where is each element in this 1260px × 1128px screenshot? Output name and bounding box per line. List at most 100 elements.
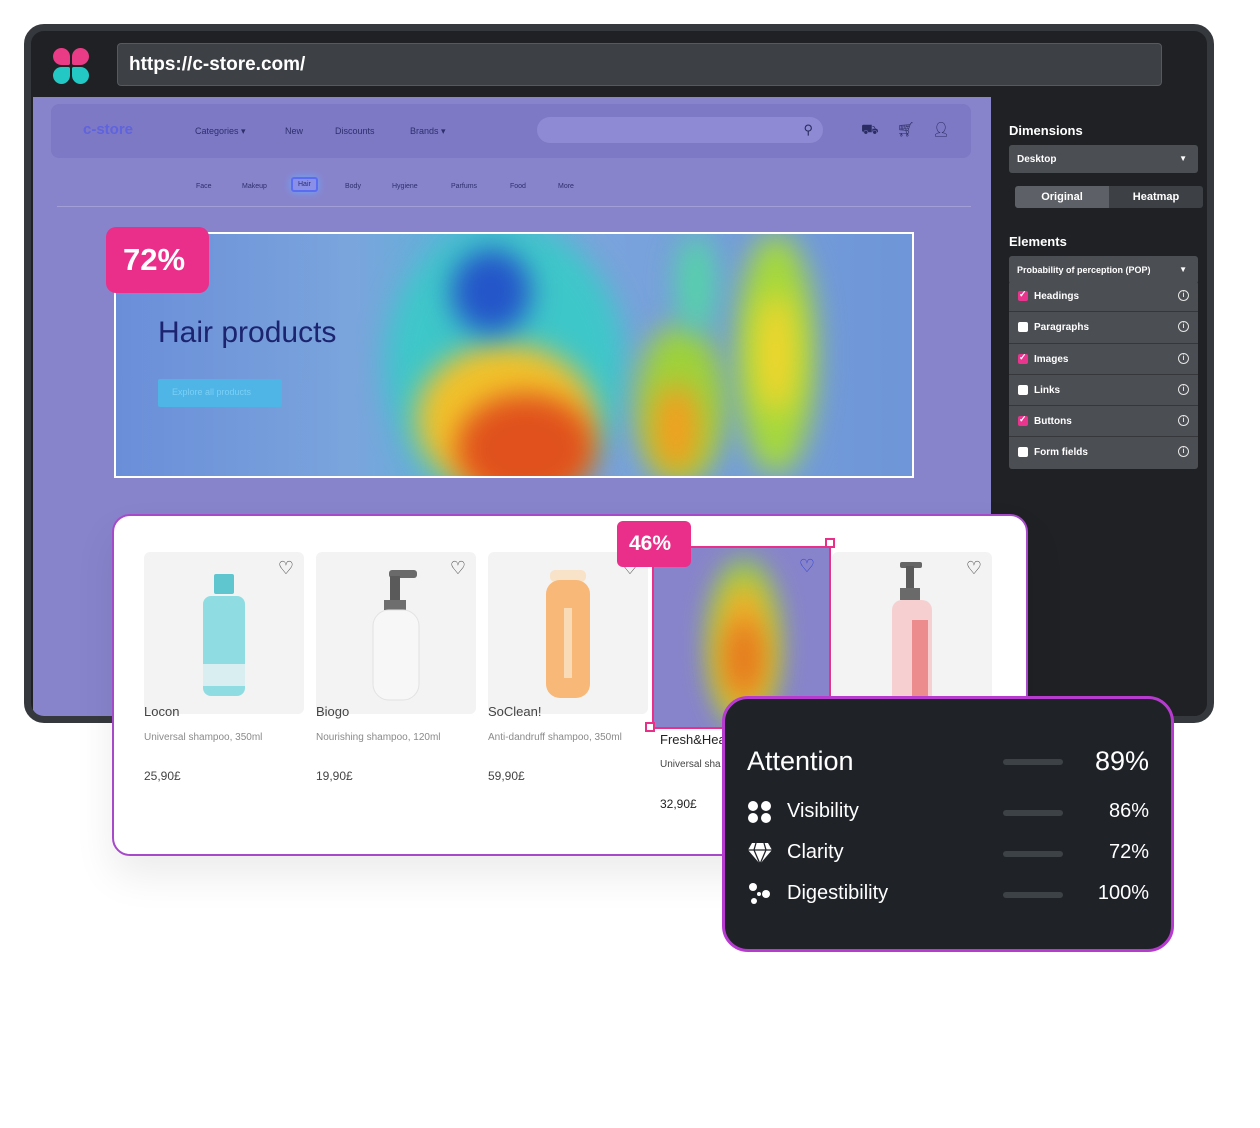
product-price: 25,90£ (144, 769, 181, 783)
checkbox[interactable] (1018, 414, 1028, 427)
visibility-bar (1003, 810, 1063, 816)
checkbox[interactable] (1018, 384, 1028, 395)
info-icon[interactable]: i (1178, 383, 1189, 395)
subnav-more[interactable]: More (558, 183, 574, 190)
product-name[interactable]: Locon (144, 704, 179, 719)
bottle-image (372, 570, 420, 701)
cart-icon[interactable]: 🛒︎ (897, 121, 915, 138)
product-image: ♡ (144, 552, 304, 714)
info-icon[interactable]: i (1178, 446, 1189, 458)
checkbox[interactable] (1018, 447, 1028, 458)
heatmap-region (651, 384, 701, 474)
view-toggle: Original Heatmap (1015, 186, 1203, 208)
attention-title: Attention (747, 746, 854, 776)
delivery-icon[interactable]: ⛟ (861, 121, 879, 140)
hero-banner-heatmap: Hair products Explore all products (114, 232, 914, 478)
product-image: ♡ (488, 552, 648, 714)
dimensions-select[interactable]: Desktop ▼ (1009, 145, 1198, 173)
site-logo[interactable]: c-store (83, 121, 133, 138)
bottle-image (892, 562, 932, 708)
element-row-form-fields[interactable]: Form fields i (1009, 437, 1198, 468)
info-icon[interactable]: i (1178, 321, 1189, 333)
visibility-value: 86% (1108, 800, 1149, 822)
original-tab[interactable]: Original (1015, 186, 1109, 208)
nav-new[interactable]: New (285, 126, 303, 136)
heart-icon[interactable]: ♡ (450, 558, 466, 579)
subnav-hair[interactable]: Hair (291, 177, 318, 192)
resize-handle[interactable] (645, 722, 655, 732)
element-label: Images (1034, 353, 1069, 365)
subnav-food[interactable]: Food (510, 183, 526, 190)
digestibility-value: 100% (1097, 882, 1149, 904)
info-icon[interactable]: i (1178, 415, 1189, 427)
app-logo (53, 48, 91, 86)
digestibility-row: Digestibility 100% (747, 882, 1149, 908)
heart-icon[interactable]: ♡ (799, 556, 815, 577)
product-card-soclean[interactable]: ♡ (488, 552, 648, 714)
attention-value: 89% (1094, 746, 1149, 776)
metric-select[interactable]: Probability of perception (POP) ▼ (1009, 256, 1198, 284)
resize-handle[interactable] (825, 538, 835, 548)
product-price: 32,90£ (660, 797, 697, 811)
url-bar[interactable]: https://c-store.com/ (117, 43, 1162, 86)
heatmap-region (676, 234, 716, 334)
info-icon[interactable]: i (1178, 352, 1189, 364)
subnav-face[interactable]: Face (196, 183, 212, 190)
digestibility-bar (1003, 892, 1063, 898)
product-price: 59,90£ (488, 769, 525, 783)
nav-categories[interactable]: Categories ▾ (195, 126, 246, 137)
info-icon[interactable]: i (1178, 290, 1189, 301)
subnav-parfums[interactable]: Parfums (451, 183, 477, 190)
banner-title: Hair products (158, 316, 337, 349)
caret-down-icon: ▼ (1179, 265, 1187, 274)
product-card-biogo[interactable]: ♡ (316, 552, 476, 714)
subnav-hygiene[interactable]: Hygiene (392, 183, 418, 190)
attention-card: Attention 89% Visibility 86% Clarity 72%… (722, 696, 1174, 952)
elements-label: Elements (1009, 234, 1067, 249)
element-row-paragraphs[interactable]: Paragraphs i (1009, 312, 1198, 344)
checkbox[interactable] (1018, 352, 1028, 364)
product-card-locon[interactable]: ♡ (144, 552, 304, 714)
product-name[interactable]: SoClean! (488, 704, 541, 719)
nav-discounts[interactable]: Discounts (335, 126, 375, 136)
product-name[interactable]: Fresh&Hea (660, 732, 726, 747)
dots-icon (748, 801, 771, 823)
element-label: Form fields (1034, 447, 1088, 459)
site-divider (57, 206, 971, 207)
heatmap-region (724, 618, 764, 698)
subnav-body[interactable]: Body (345, 183, 361, 190)
nav-brands[interactable]: Brands ▾ (410, 126, 446, 137)
settings-panel: Dimensions Desktop ▼ Original Heatmap El… (999, 97, 1207, 716)
checkbox[interactable] (1018, 322, 1028, 333)
element-row-links[interactable]: Links i (1009, 375, 1198, 407)
bottle-image (546, 570, 590, 698)
visibility-label: Visibility (787, 800, 859, 822)
heatmap-tab[interactable]: Heatmap (1109, 186, 1203, 208)
element-row-images[interactable]: Images i (1009, 344, 1198, 375)
heart-icon[interactable]: ♡ (278, 558, 294, 579)
explore-products-button[interactable]: Explore all products (158, 379, 282, 407)
product-name[interactable]: Biogo (316, 704, 349, 719)
digestibility-label: Digestibility (787, 882, 889, 904)
heart-icon[interactable]: ♡ (966, 558, 982, 579)
search-icon: ⚲ (803, 122, 813, 137)
clarity-row: Clarity 72% (747, 841, 1149, 867)
product-desc: Anti-dandruff shampoo, 350ml (488, 732, 622, 743)
product-image: ♡ (832, 552, 992, 714)
subnav-makeup[interactable]: Makeup (242, 183, 267, 190)
product-desc: Universal shampoo, 350ml (144, 732, 263, 743)
product-card-fifth[interactable]: ♡ (832, 552, 992, 714)
element-row-buttons[interactable]: Buttons i (1009, 406, 1198, 438)
element-label: Paragraphs (1034, 322, 1090, 334)
product-price: 19,90£ (316, 769, 353, 783)
element-row-headings[interactable]: Headings i (1009, 281, 1198, 313)
clarity-value: 72% (1108, 841, 1149, 863)
product-desc: Universal sha (660, 759, 721, 770)
site-search-input[interactable]: ⚲ (537, 117, 823, 143)
attention-row: Attention 89% (747, 746, 1149, 780)
user-icon[interactable]: 👤︎ (932, 121, 950, 138)
dimensions-label: Dimensions (1009, 123, 1083, 138)
site-navbar: c-store Categories ▾ New Discounts Brand… (51, 104, 971, 158)
checkbox[interactable] (1018, 289, 1028, 301)
bottle-image (203, 574, 245, 696)
